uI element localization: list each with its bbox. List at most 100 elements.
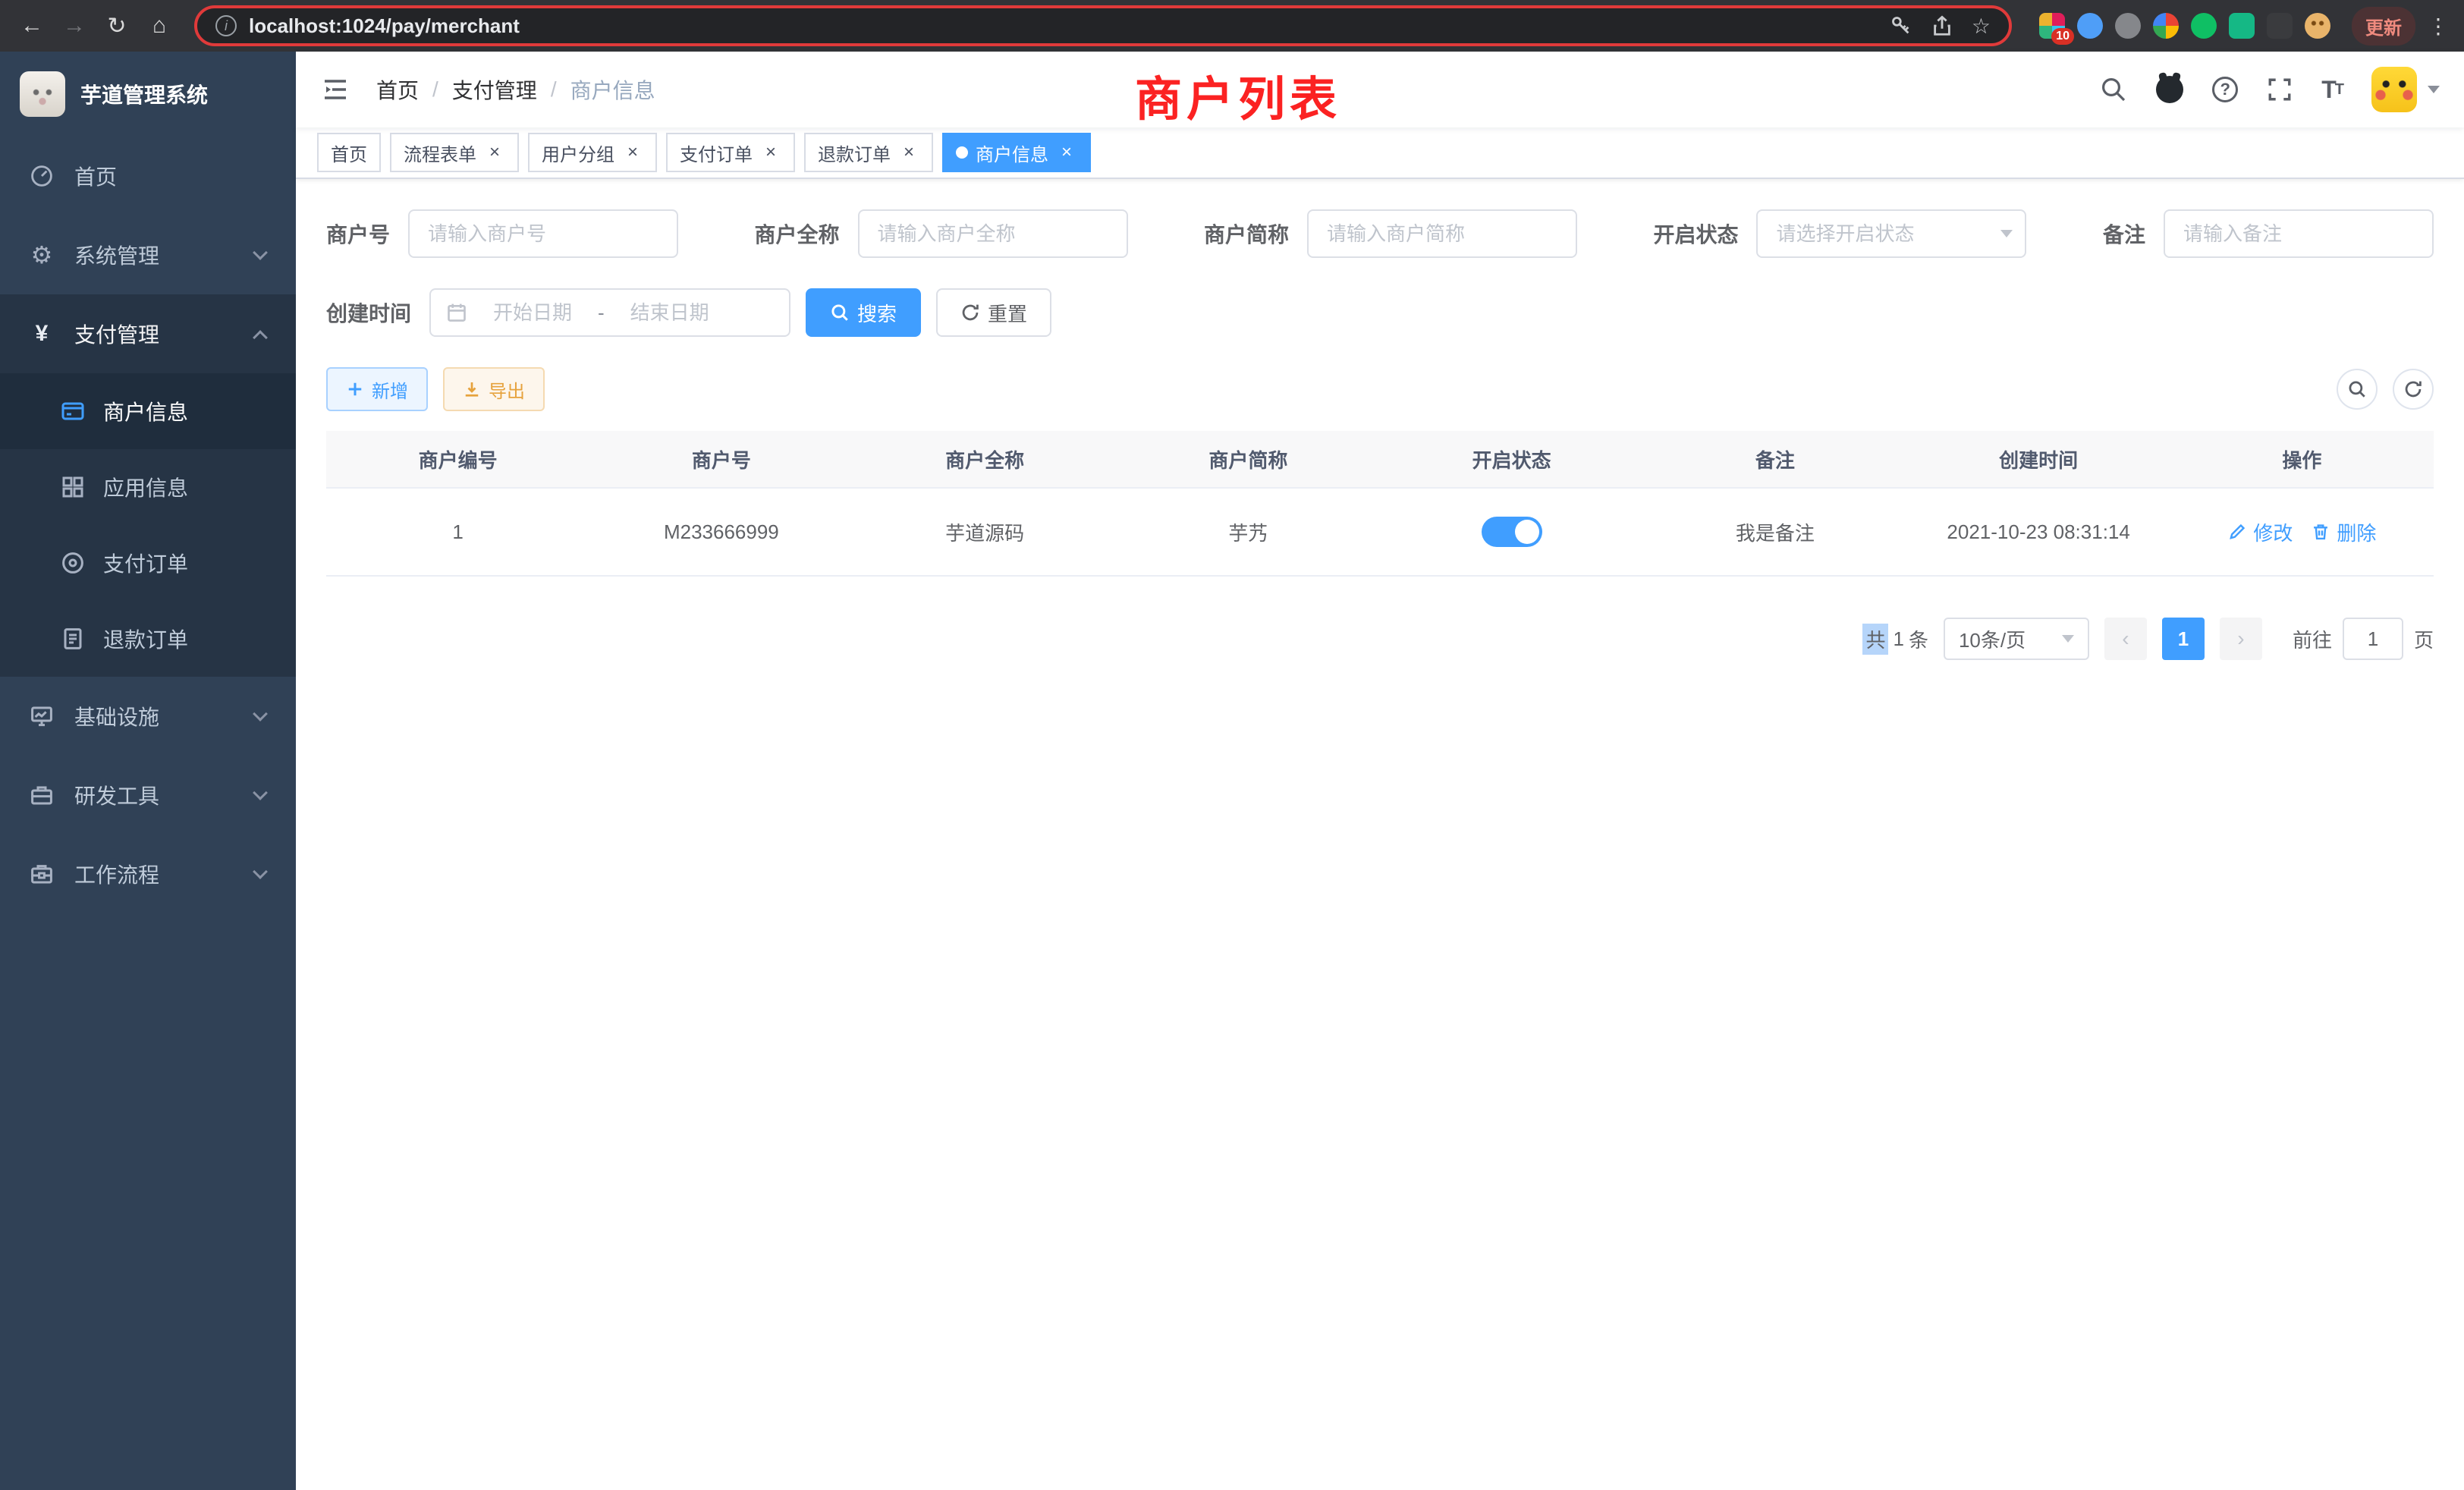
sidebar-item-app-info[interactable]: 应用信息 (0, 449, 296, 525)
chrome-update-button[interactable]: 更新 (2352, 7, 2415, 46)
sidebar-item-label: 退款订单 (103, 624, 188, 654)
edit-link[interactable]: 修改 (2227, 518, 2293, 546)
hamburger-icon[interactable] (320, 74, 350, 105)
col-header: 商户编号 (326, 445, 589, 473)
url-text[interactable]: localhost:1024/pay/merchant (249, 14, 520, 38)
user-avatar-menu[interactable] (2371, 67, 2440, 112)
extension-green-circle-icon[interactable] (2191, 13, 2217, 39)
filter-merchant-name: 商户全称 (754, 209, 1127, 258)
tab-refund-orders[interactable]: 退款订单 × (804, 133, 933, 172)
github-icon[interactable] (2156, 76, 2183, 103)
table-row: 1 M233666999 芋道源码 芋艿 我是备注 2021-10-23 08:… (326, 489, 2434, 577)
sidebar-item-payment[interactable]: ¥ 支付管理 (0, 294, 296, 373)
cell-actions: 修改 删除 (2170, 518, 2434, 546)
fullscreen-icon[interactable] (2267, 77, 2293, 102)
merchant-card-icon (61, 399, 85, 423)
password-key-icon[interactable] (1890, 14, 1912, 37)
cell-full-name: 芋道源码 (853, 518, 1117, 546)
browser-forward-button[interactable]: → (55, 6, 94, 46)
search-button[interactable]: 搜索 (806, 288, 921, 337)
refresh-icon[interactable] (2393, 369, 2434, 410)
screen: ← → ↻ ⌂ i localhost:1024/pay/merchant ☆ … (0, 0, 2464, 1490)
avatar (2371, 67, 2417, 112)
browser-home-button[interactable]: ⌂ (140, 6, 179, 46)
sidebar-item-workflow[interactable]: 工作流程 (0, 835, 296, 913)
merchant-no-input[interactable] (408, 209, 678, 258)
extension-gray-icon[interactable] (2115, 13, 2141, 39)
date-start-input[interactable] (473, 301, 592, 325)
breadcrumb: 首页 / 支付管理 / 商户信息 (376, 74, 655, 105)
sidebar-item-merchant-info[interactable]: 商户信息 (0, 373, 296, 449)
filter-status: 开启状态 (1653, 209, 2026, 258)
tab-pay-orders[interactable]: 支付订单 × (666, 133, 795, 172)
cell-created-at: 2021-10-23 08:31:14 (1907, 520, 2170, 544)
browser-toolbar: ← → ↻ ⌂ i localhost:1024/pay/merchant ☆ … (0, 0, 2464, 52)
date-range-picker[interactable]: - (429, 288, 790, 337)
filter-create-time: 创建时间 - (326, 288, 790, 337)
extension-blue-icon[interactable] (2077, 13, 2103, 39)
delete-link[interactable]: 删除 (2311, 518, 2376, 546)
prev-page-button[interactable]: ‹ (2104, 618, 2147, 660)
cell-status (1380, 517, 1643, 547)
export-button[interactable]: 导出 (443, 367, 545, 411)
page-size-select[interactable]: 10条/页 (1944, 618, 2089, 660)
next-page-button[interactable]: › (2220, 618, 2262, 660)
site-info-icon[interactable]: i (215, 15, 237, 36)
browser-back-button[interactable]: ← (12, 6, 52, 46)
sidebar-item-devtools[interactable]: 研发工具 (0, 756, 296, 835)
font-size-icon[interactable]: TT (2321, 76, 2343, 104)
merchant-name-input[interactable] (858, 209, 1128, 258)
status-toggle[interactable] (1482, 517, 1542, 547)
sidebar-item-label: 系统管理 (74, 240, 159, 270)
sidebar-item-label: 支付管理 (74, 319, 159, 349)
page-1-button[interactable]: 1 (2162, 618, 2205, 660)
filter-merchant-short-name: 商户简称 (1204, 209, 1577, 258)
breadcrumb-payment[interactable]: 支付管理 (452, 74, 537, 105)
share-icon[interactable] (1931, 14, 1953, 37)
filter-label: 商户号 (326, 218, 408, 249)
address-bar[interactable]: i localhost:1024/pay/merchant ☆ (194, 5, 2012, 46)
header-search-icon[interactable] (2100, 76, 2127, 103)
breadcrumb-merchant-info: 商户信息 (570, 74, 655, 105)
browser-menu-icon[interactable]: ⋮ (2425, 14, 2452, 39)
status-select[interactable] (1756, 209, 2026, 258)
help-icon[interactable]: ? (2212, 77, 2238, 102)
extension-dark-icon[interactable] (2267, 13, 2293, 39)
goto-page-input[interactable] (2343, 618, 2403, 660)
bookmark-star-icon[interactable]: ☆ (1972, 14, 1991, 39)
app-logo[interactable]: 芋道管理系统 (0, 52, 296, 137)
reset-button[interactable]: 重置 (936, 288, 1051, 337)
profile-avatar-icon[interactable] (2305, 13, 2330, 39)
close-icon[interactable]: × (898, 142, 919, 163)
sidebar-item-refund-orders[interactable]: 退款订单 (0, 601, 296, 677)
tab-home[interactable]: 首页 (317, 133, 381, 172)
toggle-search-icon[interactable] (2337, 369, 2378, 410)
close-icon[interactable]: × (622, 142, 643, 163)
extension-slack-icon[interactable]: 10 (2039, 13, 2065, 39)
col-header: 商户全称 (853, 445, 1117, 473)
breadcrumb-home[interactable]: 首页 (376, 74, 419, 105)
tab-merchant-info[interactable]: 商户信息 × (942, 133, 1091, 172)
date-end-input[interactable] (611, 301, 729, 325)
merchant-short-name-input[interactable] (1307, 209, 1577, 258)
filter-label: 开启状态 (1653, 218, 1756, 249)
close-icon[interactable]: × (760, 142, 781, 163)
col-header: 商户号 (589, 445, 853, 473)
tab-user-group[interactable]: 用户分组 × (528, 133, 657, 172)
sidebar-item-infrastructure[interactable]: 基础设施 (0, 677, 296, 756)
sidebar-item-system[interactable]: ⚙ 系统管理 (0, 215, 296, 294)
browser-reload-button[interactable]: ↻ (97, 6, 137, 46)
close-icon[interactable]: × (1056, 142, 1077, 163)
sidebar-item-home[interactable]: 首页 (0, 137, 296, 215)
page-content: 商户号 商户全称 商户简称 开启状态 (296, 179, 2464, 1490)
add-button[interactable]: 新增 (326, 367, 428, 411)
remark-input[interactable] (2164, 209, 2434, 258)
close-icon[interactable]: × (484, 142, 505, 163)
workflow-icon (29, 861, 55, 887)
tab-process-form[interactable]: 流程表单 × (390, 133, 519, 172)
extension-green-square-icon[interactable] (2229, 13, 2255, 39)
logo-rabbit-avatar (20, 71, 65, 117)
sidebar-item-label: 研发工具 (74, 780, 159, 810)
sidebar-item-pay-orders[interactable]: 支付订单 (0, 525, 296, 601)
extension-multicolor-icon[interactable] (2153, 13, 2179, 39)
